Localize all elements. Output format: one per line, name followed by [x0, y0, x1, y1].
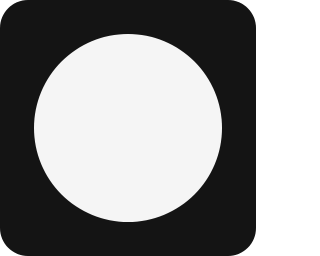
circle-icon — [34, 34, 222, 222]
app-icon[interactable] — [0, 0, 256, 256]
